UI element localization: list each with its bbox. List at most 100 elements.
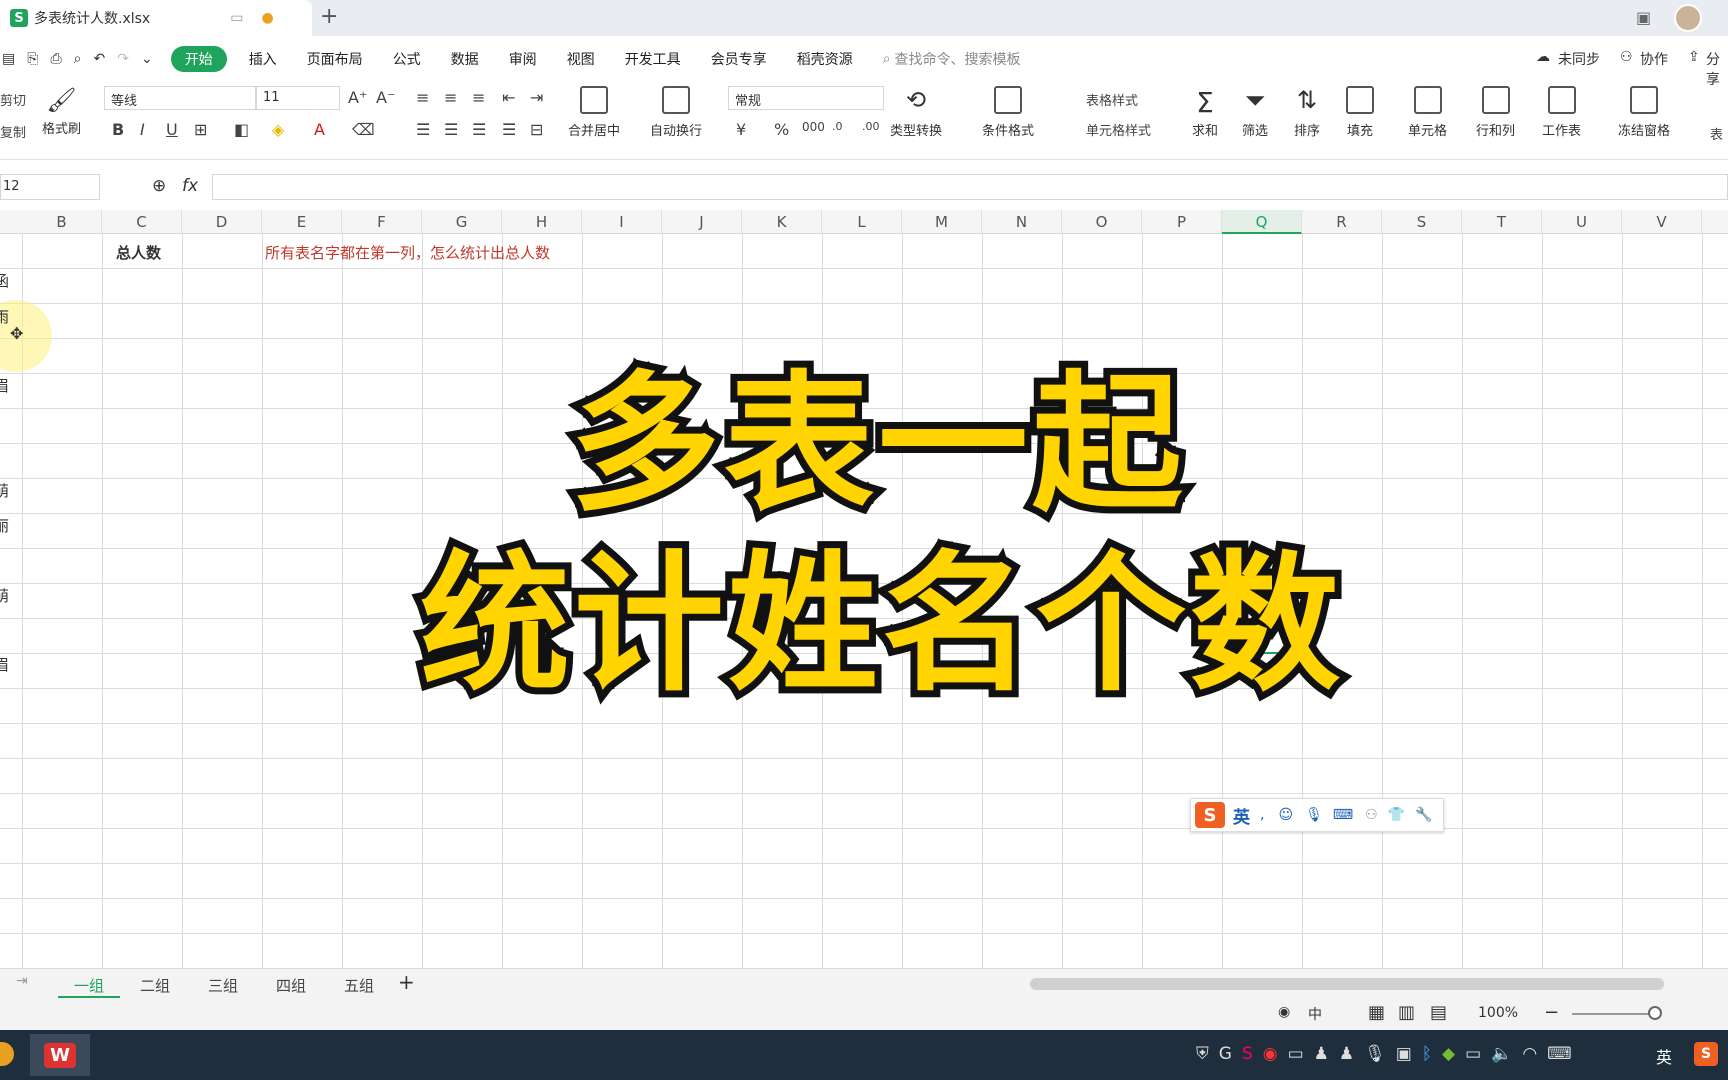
- align-top-icon[interactable]: ≡: [416, 88, 429, 107]
- page-break-icon[interactable]: ▤: [1430, 1002, 1447, 1023]
- percent-icon[interactable]: %: [774, 120, 789, 139]
- page-layout-icon[interactable]: ▥: [1398, 1002, 1415, 1023]
- column-header-r[interactable]: R: [1302, 210, 1382, 234]
- keyboard-icon[interactable]: ⌨: [1333, 807, 1353, 823]
- record-icon[interactable]: ◉: [1263, 1044, 1288, 1064]
- cell-button[interactable]: 单元格: [1408, 86, 1447, 139]
- number-format-select[interactable]: 常规: [728, 86, 884, 110]
- align-center-icon[interactable]: ☰: [444, 120, 458, 139]
- table-style-button[interactable]: 表格样式: [1086, 90, 1138, 109]
- font-color-icon[interactable]: A: [314, 120, 325, 139]
- wifi-icon[interactable]: ◠: [1522, 1044, 1547, 1064]
- cell-c1-label[interactable]: 总人数: [116, 242, 161, 263]
- cell-a-partial[interactable]: 萌: [0, 480, 9, 501]
- column-header-g[interactable]: G: [422, 210, 502, 234]
- cell-a-partial[interactable]: 眉: [0, 375, 9, 396]
- font-size-select[interactable]: 11: [256, 86, 340, 110]
- add-sheet-icon[interactable]: +: [398, 970, 415, 994]
- column-header-j[interactable]: J: [662, 210, 742, 234]
- column-header-l[interactable]: L: [822, 210, 902, 234]
- search-input[interactable]: 查找命令、搜索模板: [895, 49, 1021, 69]
- decrease-font-icon[interactable]: A⁻: [376, 88, 395, 107]
- print-icon[interactable]: ⎙: [50, 51, 61, 67]
- column-header-o[interactable]: O: [1062, 210, 1142, 234]
- eye-icon[interactable]: ◉: [1278, 1004, 1290, 1020]
- menu-data[interactable]: 数据: [451, 49, 479, 69]
- column-header-f[interactable]: F: [342, 210, 422, 234]
- horizontal-scrollbar[interactable]: [1030, 978, 1664, 990]
- column-header-p[interactable]: P: [1142, 210, 1222, 234]
- window-icon[interactable]: ▣: [1636, 8, 1651, 27]
- increase-font-icon[interactable]: A⁺: [348, 88, 367, 107]
- collab-icon[interactable]: ⚇: [1620, 49, 1633, 65]
- chat-icon[interactable]: ▭: [1288, 1044, 1314, 1064]
- name-box[interactable]: 12: [0, 174, 100, 200]
- input-lang[interactable]: 中: [1308, 1004, 1322, 1024]
- menu-page-layout[interactable]: 页面布局: [307, 49, 363, 69]
- sheet-tab-1[interactable]: 一组: [58, 975, 121, 998]
- column-header-s[interactable]: S: [1382, 210, 1462, 234]
- sync-status[interactable]: 未同步: [1558, 49, 1600, 69]
- menu-review[interactable]: 审阅: [509, 49, 537, 69]
- user-icon[interactable]: ⚇: [1365, 807, 1378, 823]
- sheet-tab-2[interactable]: 二组: [140, 975, 170, 996]
- skin-icon[interactable]: 👕: [1388, 807, 1405, 823]
- thousands-icon[interactable]: 000: [802, 120, 825, 134]
- wrap-text-button[interactable]: 自动换行: [650, 86, 702, 139]
- column-header-m[interactable]: M: [902, 210, 982, 234]
- column-header-n[interactable]: N: [982, 210, 1062, 234]
- keyboard-tray-icon[interactable]: ⌨: [1547, 1044, 1582, 1064]
- increase-decimal-icon[interactable]: .0: [832, 120, 843, 133]
- cell-e1-hint[interactable]: 所有表名字都在第一列，怎么统计出总人数: [265, 242, 550, 263]
- zoom-slider[interactable]: [1572, 1013, 1654, 1015]
- shield-icon[interactable]: ⛨: [1196, 1044, 1219, 1064]
- type-convert-button[interactable]: ⟲ 类型转换: [890, 86, 942, 139]
- menu-developer[interactable]: 开发工具: [625, 49, 681, 69]
- column-header-u[interactable]: U: [1542, 210, 1622, 234]
- cloud-sync-icon[interactable]: ☁: [1536, 49, 1550, 65]
- new-tab-icon[interactable]: +: [320, 4, 338, 29]
- column-header-d[interactable]: D: [182, 210, 262, 234]
- sum-button[interactable]: Σ 求和: [1192, 86, 1218, 139]
- currency-icon[interactable]: ¥: [736, 120, 746, 139]
- column-header-e[interactable]: E: [262, 210, 342, 234]
- worksheet-button[interactable]: 工作表: [1542, 86, 1581, 139]
- table-button[interactable]: 表: [1710, 124, 1723, 143]
- justify-icon[interactable]: ☰: [502, 120, 516, 139]
- screen-icon[interactable]: ▣: [1396, 1044, 1422, 1064]
- volume-icon[interactable]: 🔈: [1491, 1044, 1522, 1064]
- monitor-icon[interactable]: ▭: [230, 10, 243, 26]
- quick-access-dropdown-icon[interactable]: ⌄: [141, 51, 153, 67]
- share-icon[interactable]: ⇪: [1688, 49, 1700, 65]
- font-name-select[interactable]: 等线: [104, 86, 256, 110]
- cell-a-partial[interactable]: 眉: [0, 654, 9, 675]
- sheet-tab-5[interactable]: 五组: [344, 975, 374, 996]
- freeze-panes-button[interactable]: 冻结窗格: [1618, 86, 1670, 139]
- menu-home[interactable]: 开始: [170, 46, 227, 72]
- column-header-c[interactable]: C: [102, 210, 182, 234]
- taskbar-ime-lang[interactable]: 英: [1656, 1044, 1672, 1068]
- cell-style-button[interactable]: 单元格样式: [1086, 120, 1151, 139]
- document-tab[interactable]: S 多表统计人数.xlsx ▭ ●: [0, 0, 312, 36]
- underline-icon[interactable]: U: [166, 120, 178, 139]
- mic-tray-icon[interactable]: 🎙: [1364, 1044, 1396, 1064]
- avatar[interactable]: [1674, 4, 1702, 32]
- normal-view-icon[interactable]: ▦: [1368, 1002, 1385, 1023]
- collab-button[interactable]: 协作: [1640, 49, 1668, 69]
- zoom-slider-handle[interactable]: [1648, 1006, 1662, 1020]
- punct-icon[interactable]: ,: [1260, 807, 1264, 823]
- menu-view[interactable]: 视图: [567, 49, 595, 69]
- undo-icon[interactable]: ↶: [93, 51, 105, 67]
- wps-taskbar-icon[interactable]: W: [30, 1034, 90, 1076]
- conditional-format-button[interactable]: 条件格式: [982, 86, 1034, 139]
- fill-button[interactable]: 填充: [1346, 86, 1374, 139]
- bold-icon[interactable]: B: [112, 120, 124, 139]
- menu-insert[interactable]: 插入: [249, 49, 277, 69]
- menu-daoke[interactable]: 稻壳资源: [797, 49, 853, 69]
- battery-icon[interactable]: ▭: [1465, 1044, 1491, 1064]
- indent-increase-icon[interactable]: ⇥: [530, 88, 543, 107]
- save-icon[interactable]: ▤: [2, 51, 15, 67]
- eraser-icon[interactable]: ⌫: [352, 120, 375, 139]
- cell-a-partial[interactable]: 函: [0, 270, 9, 291]
- zoom-formula-icon[interactable]: ⊕: [152, 176, 166, 196]
